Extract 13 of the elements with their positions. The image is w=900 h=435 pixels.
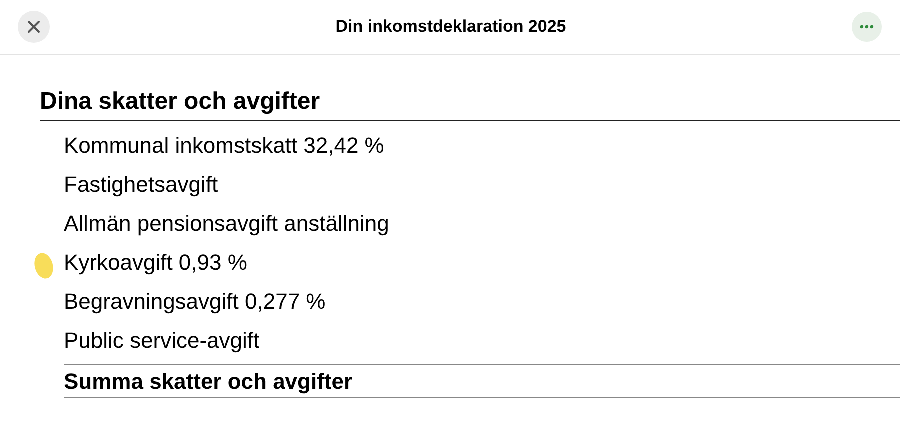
more-button[interactable] xyxy=(852,12,882,42)
tax-item: Public service-avgift xyxy=(64,326,260,354)
tax-item: Begravningsavgift 0,277 % xyxy=(64,288,326,316)
tax-item: Kyrkoavgift 0,93 % xyxy=(64,248,248,276)
tax-item: Allmän pensionsavgift anställning xyxy=(64,210,390,238)
close-button[interactable] xyxy=(18,11,50,43)
window-title: Din inkomstdeklaration 2025 xyxy=(336,16,566,38)
tax-item: Fastighetsavgift xyxy=(64,170,218,198)
section-heading: Dina skatter och avgifter xyxy=(40,88,320,115)
close-icon xyxy=(27,20,41,34)
more-icon xyxy=(860,25,874,29)
total-label: Summa skatter och avgifter xyxy=(64,368,353,396)
tax-item: Kommunal inkomstskatt 32,42 % xyxy=(64,132,384,160)
